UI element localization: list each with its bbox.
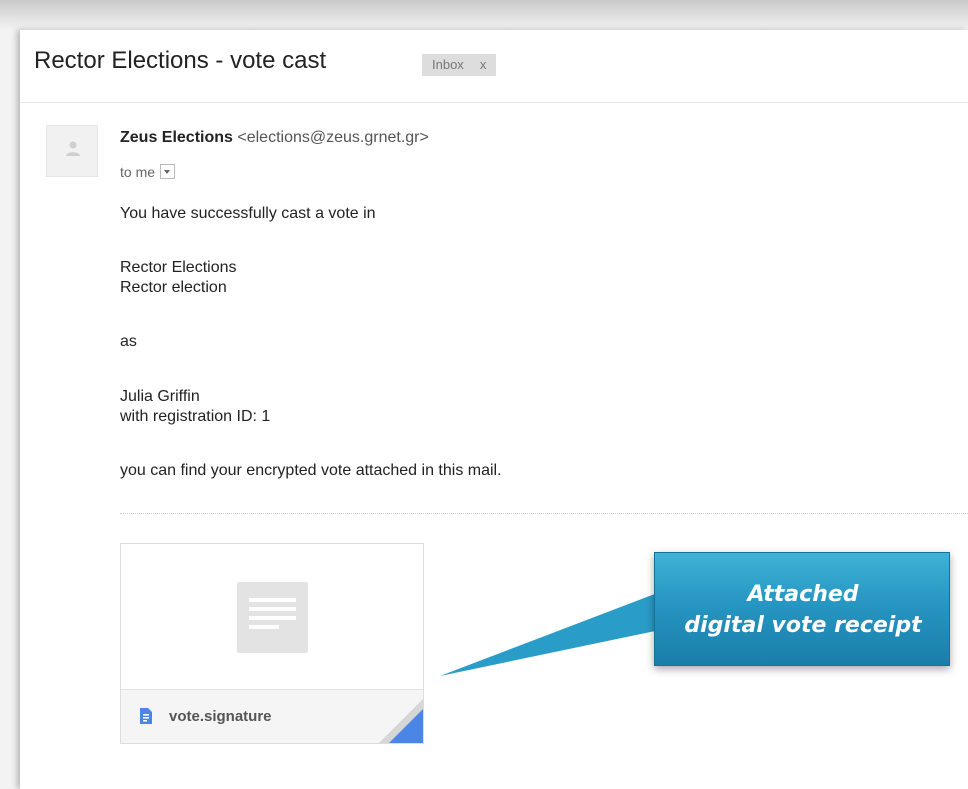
attachment-preview[interactable]	[121, 544, 423, 689]
sender-line: Zeus Elections <elections@zeus.grnet.gr>	[120, 129, 429, 147]
callout-line-2: digital vote receipt	[684, 613, 922, 638]
body-line-7: you can find your encrypted vote attache…	[120, 462, 502, 479]
attachment-card[interactable]: vote.signature	[120, 543, 424, 744]
body-line-3: Rector election	[120, 279, 227, 296]
callout-pointer	[440, 592, 660, 676]
inbox-label-text: Inbox	[432, 57, 464, 72]
avatar[interactable]	[46, 125, 98, 177]
attachment-footer: vote.signature	[121, 689, 423, 743]
annotation-callout: Attached digital vote receipt	[654, 552, 950, 666]
email-header: Rector Elections - vote cast Inbox x	[20, 30, 968, 103]
body-line-4: as	[120, 333, 137, 350]
recipient-line: to me	[120, 164, 176, 180]
sender-name[interactable]: Zeus Elections	[120, 129, 233, 146]
body-line-5: Julia Griffin	[120, 388, 200, 405]
remove-label-button[interactable]: x	[480, 57, 487, 72]
sender-email: <elections@zeus.grnet.gr>	[237, 129, 429, 146]
chevron-down-icon[interactable]	[160, 164, 176, 179]
body-line-2: Rector Elections	[120, 259, 237, 276]
body-line-1: You have successfully cast a vote in	[120, 205, 376, 222]
document-icon	[237, 582, 308, 653]
email-view: Rector Elections - vote cast Inbox x Zeus…	[20, 30, 968, 789]
callout-line-1: Attached	[747, 582, 859, 607]
inbox-label[interactable]: Inbox x	[422, 54, 497, 76]
attachment-corner-badge	[389, 709, 423, 743]
recipient-text: to me	[120, 164, 156, 180]
person-silhouette-icon	[66, 141, 80, 156]
file-icon	[140, 708, 152, 724]
body-line-6: with registration ID: 1	[120, 408, 271, 425]
email-subject: Rector Elections - vote cast	[34, 47, 327, 74]
attachment-filename: vote.signature	[169, 708, 272, 725]
attachments-divider	[120, 513, 968, 514]
callout-text: Attached digital vote receipt	[655, 579, 951, 641]
